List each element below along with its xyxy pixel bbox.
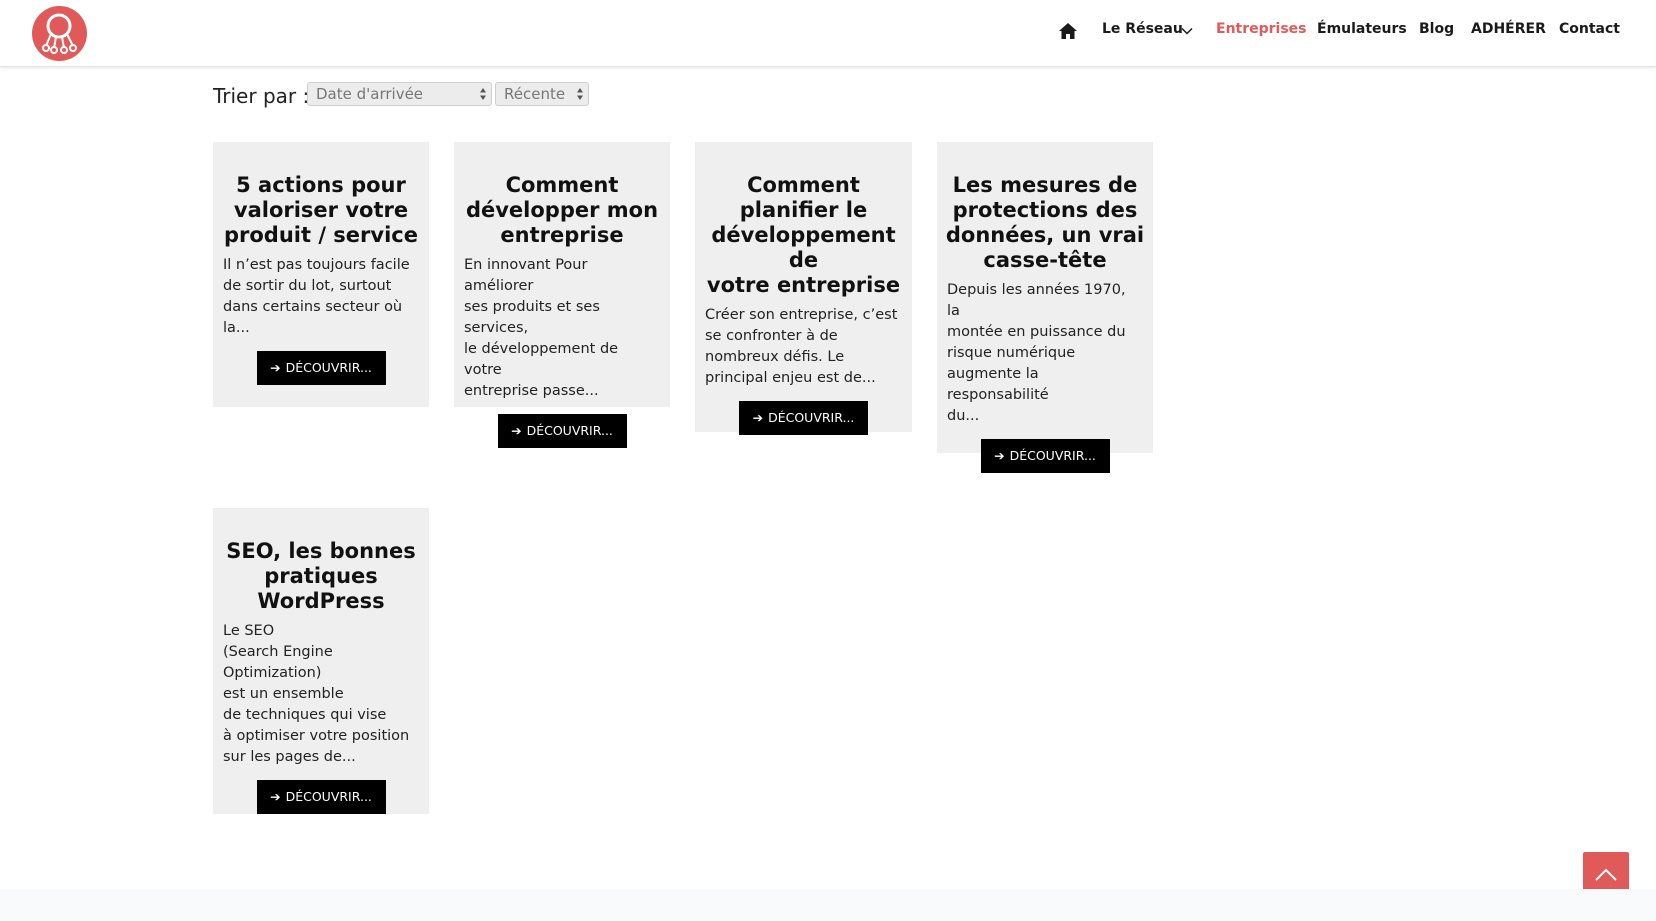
- nav-item-entreprises[interactable]: Entreprises: [1216, 21, 1307, 37]
- select-arrows-icon: [480, 88, 486, 100]
- nav-item-contact[interactable]: Contact: [1559, 21, 1620, 37]
- card-excerpt: Le SEO (Search Engine Optimization) est …: [223, 623, 410, 765]
- discover-button[interactable]: ➔ DÉCOUVRIR...: [980, 439, 1110, 473]
- arrow-right-icon: ➔: [270, 789, 281, 804]
- chevron-down-icon[interactable]: [1181, 27, 1193, 35]
- article-card: Les mesures de protections des données, …: [937, 142, 1153, 473]
- card-title[interactable]: 5 actions pour valoriser votre produit /…: [213, 173, 429, 248]
- arrow-right-icon: ➔: [270, 360, 281, 375]
- article-card: Comment planifier le développement de vo…: [695, 142, 912, 435]
- discover-button[interactable]: ➔ DÉCOUVRIR...: [256, 780, 386, 814]
- card-excerpt: Créer son entreprise, c’est se confronte…: [705, 307, 898, 386]
- card-title[interactable]: SEO, les bonnes pratiques WordPress: [213, 539, 429, 614]
- article-card: 5 actions pour valoriser votre produit /…: [213, 142, 429, 407]
- site-header: Le Réseau Entreprises Émulateurs Blog AD…: [0, 0, 1656, 67]
- discover-button[interactable]: ➔ DÉCOUVRIR...: [497, 414, 627, 448]
- card-excerpt: Depuis les années 1970, la montée en pui…: [947, 282, 1126, 424]
- card-title[interactable]: Comment développer mon entreprise: [454, 173, 670, 248]
- discover-button[interactable]: ➔ DÉCOUVRIR...: [256, 351, 386, 385]
- home-icon[interactable]: [1058, 22, 1078, 40]
- sort-order-value: Récente: [504, 85, 566, 103]
- sort-label: Trier par :: [213, 84, 310, 108]
- sort-order-select[interactable]: Récente: [495, 82, 589, 106]
- discover-button[interactable]: ➔ DÉCOUVRIR...: [739, 401, 868, 435]
- nav-item-reseau[interactable]: Le Réseau: [1102, 21, 1183, 37]
- article-card: SEO, les bonnes pratiques WordPress Le S…: [213, 508, 429, 814]
- card-title[interactable]: Comment planifier le développement de vo…: [695, 173, 912, 298]
- card-title[interactable]: Les mesures de protections des données, …: [937, 173, 1153, 273]
- sort-field-value: Date d'arrivée: [316, 85, 424, 103]
- arrow-right-icon: ➔: [994, 448, 1005, 463]
- footer-strip: [0, 889, 1656, 921]
- site-logo[interactable]: [32, 6, 87, 61]
- nav-item-blog[interactable]: Blog: [1419, 21, 1454, 37]
- select-arrows-icon: [577, 88, 583, 100]
- arrow-right-icon: ➔: [511, 423, 522, 438]
- sort-field-select[interactable]: Date d'arrivée: [307, 82, 492, 106]
- card-excerpt: Il n’est pas toujours facile de sortir d…: [223, 257, 410, 336]
- card-excerpt: En innovant Pour améliorer ses produits …: [464, 257, 619, 399]
- arrow-right-icon: ➔: [752, 410, 764, 425]
- nav-item-emulateurs[interactable]: Émulateurs: [1317, 21, 1407, 37]
- nav-item-adherer[interactable]: ADHÉRER: [1471, 21, 1546, 37]
- article-card: Comment développer mon entreprise En inn…: [454, 142, 670, 448]
- network-logo-icon: [42, 13, 77, 54]
